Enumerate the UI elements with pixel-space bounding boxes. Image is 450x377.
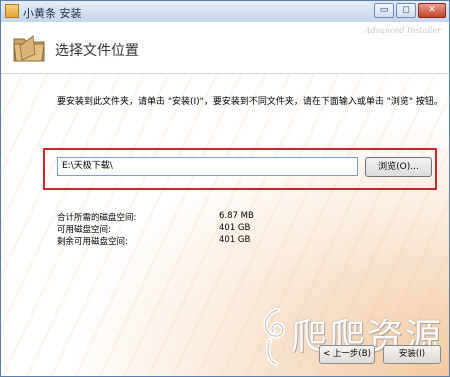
- available-space-value: 401 GB: [219, 223, 251, 233]
- app-icon: [5, 4, 19, 18]
- available-space-label: 可用磁盘空间:: [57, 225, 111, 235]
- brand-label: Advanced Installer: [364, 26, 441, 35]
- minimize-button[interactable]: ▭: [374, 3, 394, 18]
- browse-button[interactable]: 浏览(O)...: [365, 157, 432, 177]
- required-space-label: 合计所需的磁盘空间:: [57, 213, 137, 223]
- window-title: 小黄条 安装: [23, 7, 82, 20]
- installer-window: 小黄条 安装 ▭ ◻ ✕ 选择文件位置 Advanced Installer 要…: [0, 0, 450, 377]
- instruction-text: 要安装到此文件夹，请单击 "安装(I)"，要安装到不同文件夹，请在下面输入或单击…: [57, 97, 443, 107]
- page-header: 选择文件位置 Advanced Installer: [1, 22, 449, 74]
- content-area: 要安装到此文件夹，请单击 "安装(I)"，要安装到不同文件夹，请在下面输入或单击…: [1, 74, 449, 376]
- required-space-value: 6.87 MB: [219, 211, 254, 221]
- close-button[interactable]: ✕: [418, 3, 446, 18]
- back-button[interactable]: < 上一步(B): [319, 345, 375, 364]
- watermark-swirl-icon: [263, 308, 285, 366]
- page-title: 选择文件位置: [55, 43, 139, 59]
- remaining-space-label: 剩余可用磁盘空间:: [57, 237, 128, 247]
- install-path-input[interactable]: E:\天极下载\: [57, 157, 358, 176]
- folder-icon: [13, 35, 45, 62]
- maximize-button[interactable]: ◻: [396, 3, 416, 18]
- install-button[interactable]: 安装(I): [383, 345, 441, 364]
- title-bar: 小黄条 安装 ▭ ◻ ✕: [1, 1, 449, 23]
- remaining-space-value: 401 GB: [219, 235, 251, 245]
